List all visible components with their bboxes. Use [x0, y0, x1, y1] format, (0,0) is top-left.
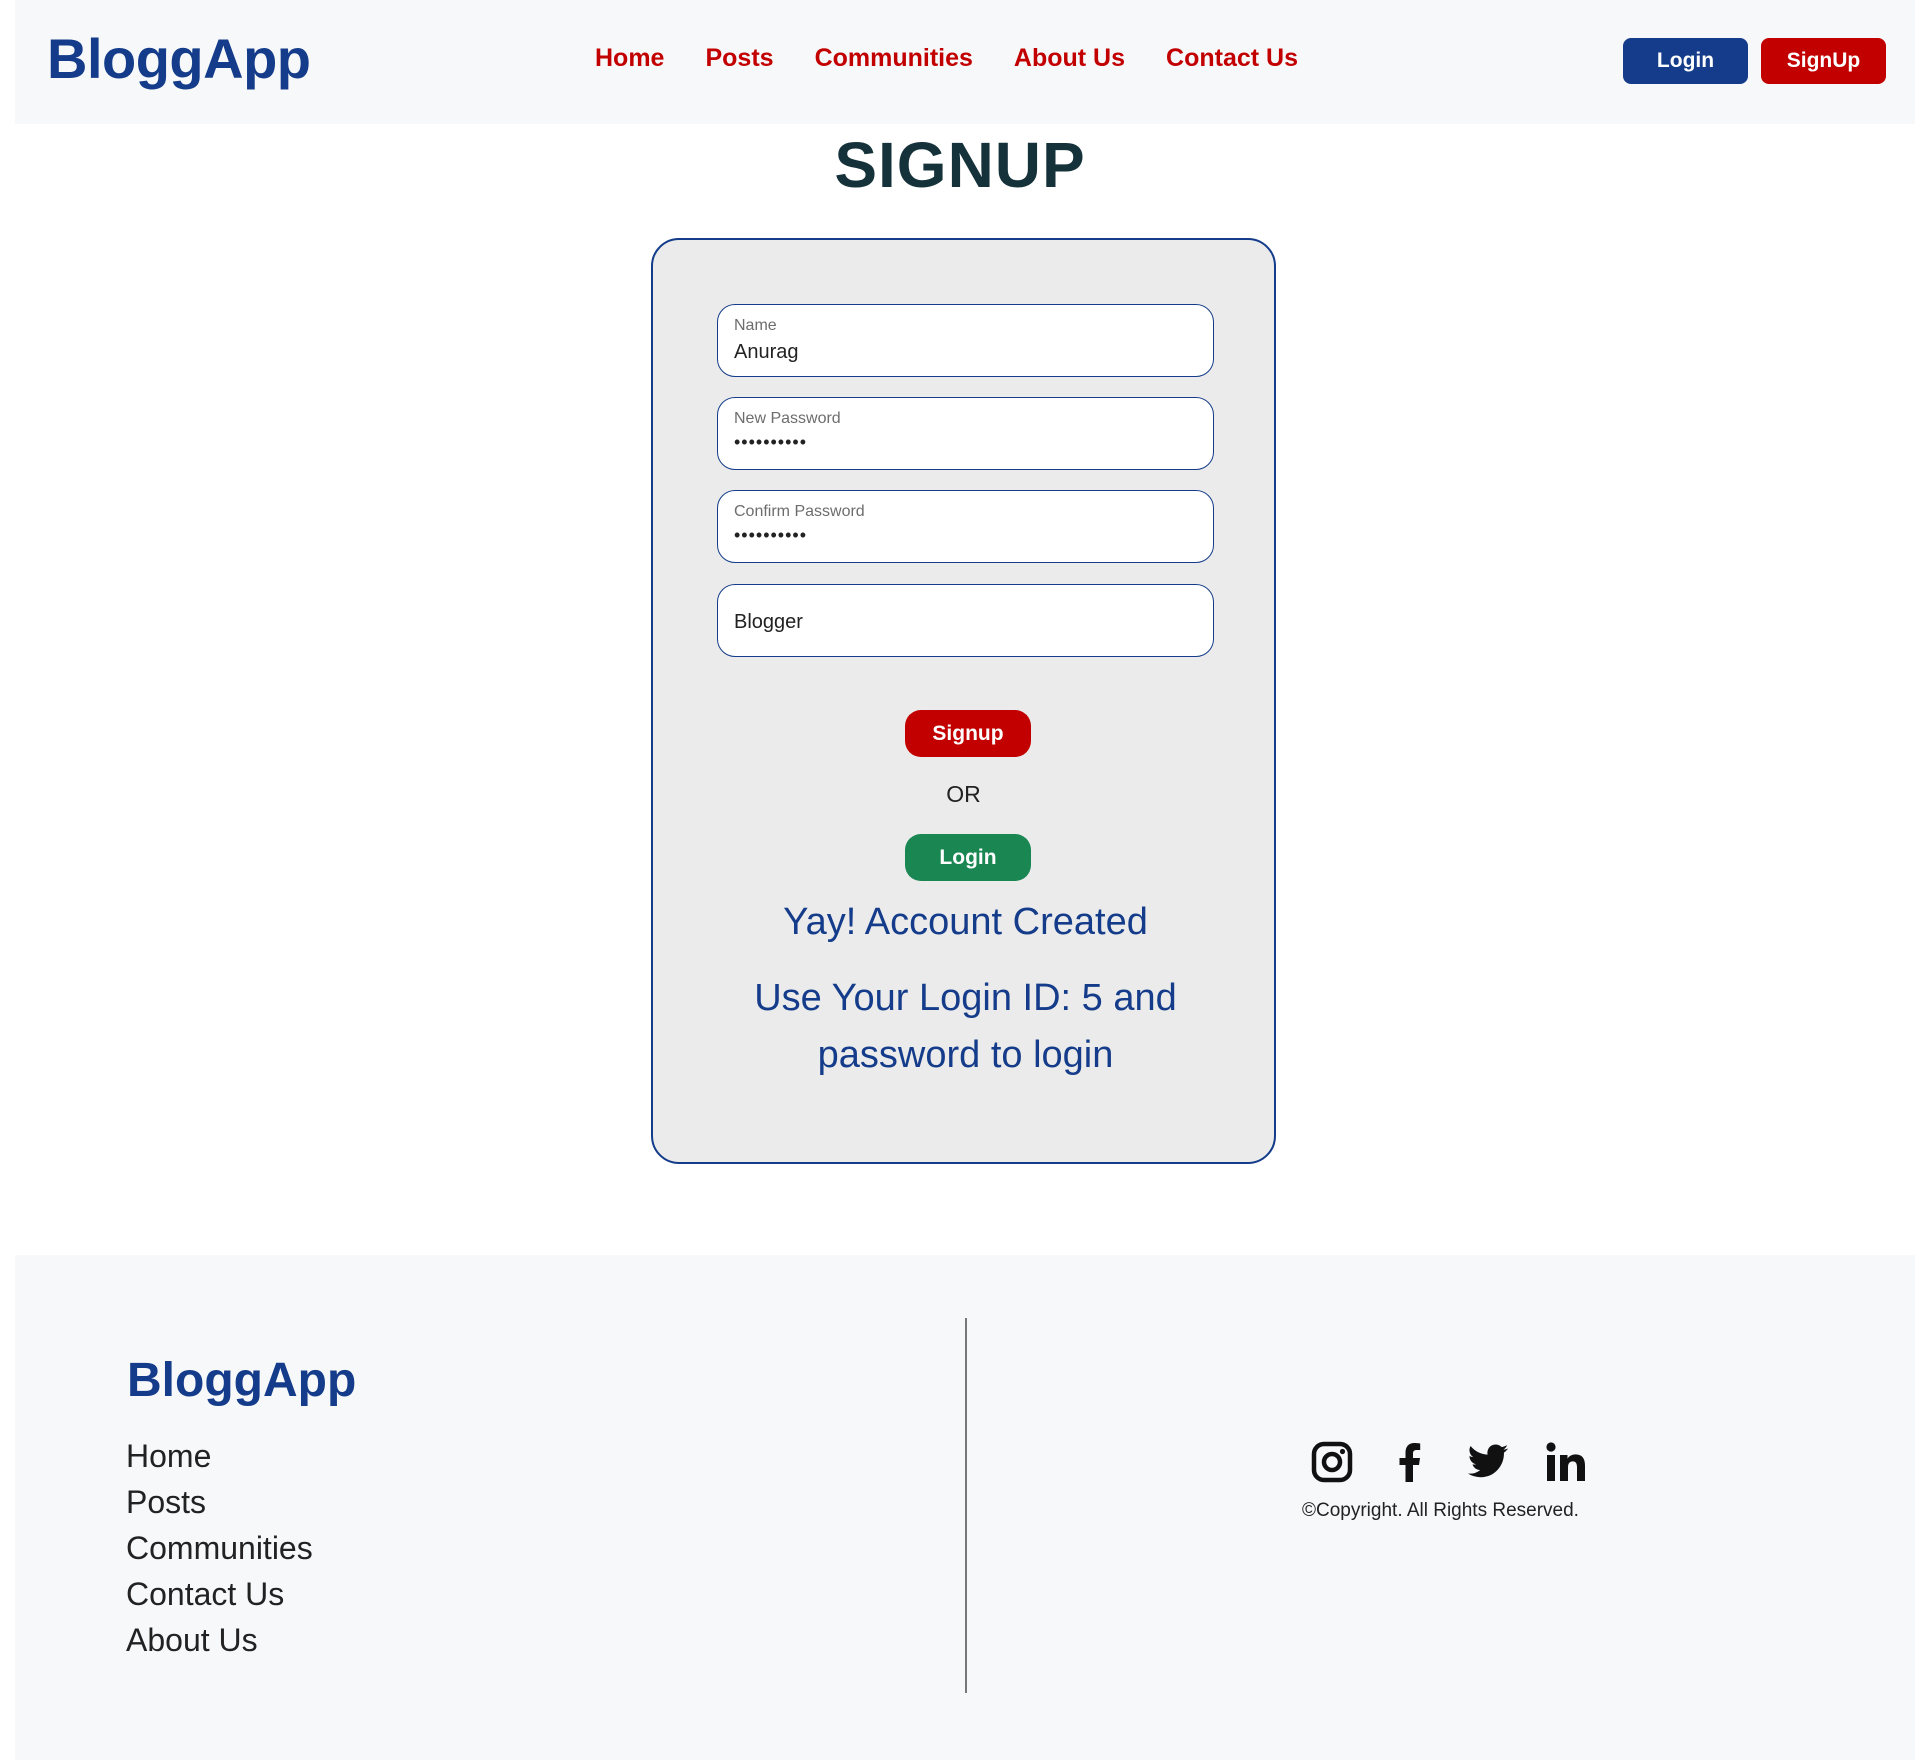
or-separator: OR: [946, 781, 981, 807]
name-field[interactable]: Name Anurag: [717, 304, 1214, 377]
new-password-label: New Password: [734, 410, 841, 427]
name-input[interactable]: Anurag: [734, 341, 1194, 364]
copyright-text: ©Copyright. All Rights Reserved.: [1302, 1500, 1579, 1521]
new-password-input[interactable]: ••••••••••: [734, 432, 1194, 453]
signup-button[interactable]: Signup: [905, 710, 1031, 757]
footer-link-contact-us[interactable]: Contact Us: [126, 1571, 313, 1617]
confirm-password-label: Confirm Password: [734, 503, 865, 520]
footer-links: Home Posts Communities Contact Us About …: [126, 1433, 313, 1663]
nav-home[interactable]: Home: [595, 44, 664, 73]
nav-links: Home Posts Communities About Us Contact …: [595, 44, 1298, 73]
facebook-icon[interactable]: [1388, 1440, 1432, 1484]
confirm-password-input[interactable]: ••••••••••: [734, 525, 1194, 546]
nav-contact-us[interactable]: Contact Us: [1166, 44, 1298, 73]
header-signup-button[interactable]: SignUp: [1761, 38, 1886, 84]
footer-link-posts[interactable]: Posts: [126, 1479, 313, 1525]
confirm-password-field[interactable]: Confirm Password ••••••••••: [717, 490, 1214, 563]
navbar: BloggApp Home Posts Communities About Us…: [15, 0, 1915, 124]
login-button[interactable]: Login: [905, 834, 1031, 881]
nav-about-us[interactable]: About Us: [1014, 44, 1125, 73]
header-login-button[interactable]: Login: [1623, 38, 1748, 84]
footer-divider: [965, 1318, 967, 1693]
footer-link-communities[interactable]: Communities: [126, 1525, 313, 1571]
footer-link-home[interactable]: Home: [126, 1433, 313, 1479]
social-links: [1310, 1440, 1588, 1484]
nav-communities[interactable]: Communities: [815, 44, 973, 73]
role-input[interactable]: Blogger: [734, 611, 1194, 634]
footer: BloggApp Home Posts Communities Contact …: [15, 1255, 1915, 1760]
name-label: Name: [734, 317, 777, 334]
footer-brand: BloggApp: [127, 1354, 357, 1407]
twitter-icon[interactable]: [1466, 1440, 1510, 1484]
new-password-field[interactable]: New Password ••••••••••: [717, 397, 1214, 470]
linkedin-icon[interactable]: [1544, 1440, 1588, 1484]
signup-card: Name Anurag New Password •••••••••• Conf…: [651, 238, 1276, 1164]
account-created-message: Yay! Account Created: [783, 901, 1148, 943]
brand-logo[interactable]: BloggApp: [47, 26, 311, 91]
footer-link-about-us[interactable]: About Us: [126, 1617, 313, 1663]
role-field[interactable]: Blogger: [717, 584, 1214, 657]
page-title: SIGNUP: [834, 129, 1086, 201]
instagram-icon[interactable]: [1310, 1440, 1354, 1484]
login-id-message: Use Your Login ID: 5 and password to log…: [754, 977, 1177, 1076]
nav-posts[interactable]: Posts: [705, 44, 773, 73]
